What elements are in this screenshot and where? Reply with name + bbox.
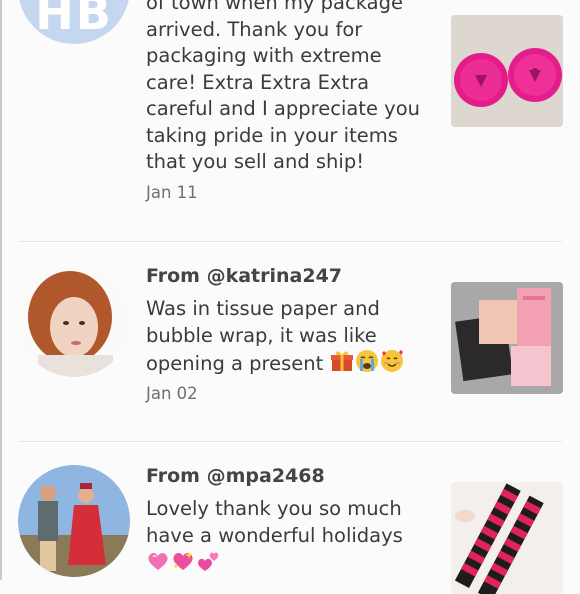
avatar-photo	[18, 265, 130, 377]
left-edge-border	[0, 0, 2, 580]
review-text: of town when my package arrived. Thank y…	[146, 0, 420, 173]
review-date: Jan 02	[146, 384, 198, 403]
beauty-boxes-photo	[451, 282, 563, 394]
review-divider	[18, 241, 562, 242]
avatar-initials: HB	[35, 0, 113, 40]
avatar-photo	[18, 465, 130, 577]
two-hearts-emoji	[196, 549, 220, 581]
review-text: Was in tissue paper and bubble wrap, it …	[146, 296, 431, 381]
reviewer-username[interactable]: From @katrina247	[146, 265, 342, 287]
sparkling-heart-emoji	[171, 549, 195, 581]
smiling-face-with-hearts-emoji	[380, 349, 404, 381]
review-divider	[18, 441, 562, 442]
review-photo-thumbnail[interactable]	[451, 482, 563, 594]
pink-compact-cases-photo	[451, 15, 563, 127]
crying-face-emoji	[355, 349, 379, 381]
striped-stockings-photo	[451, 482, 563, 594]
review-text: Lovely thank you so much have a wonderfu…	[146, 496, 431, 581]
gift-emoji	[330, 349, 354, 381]
avatar[interactable]: HB	[18, 0, 130, 44]
avatar[interactable]	[18, 465, 130, 577]
avatar[interactable]	[18, 265, 130, 377]
pink-heart-emoji	[146, 549, 170, 581]
reviewer-username[interactable]: From @mpa2468	[146, 465, 325, 487]
review-date: Jan 11	[146, 183, 198, 202]
review-photo-thumbnail[interactable]	[451, 15, 563, 127]
review-photo-thumbnail[interactable]	[451, 282, 563, 394]
